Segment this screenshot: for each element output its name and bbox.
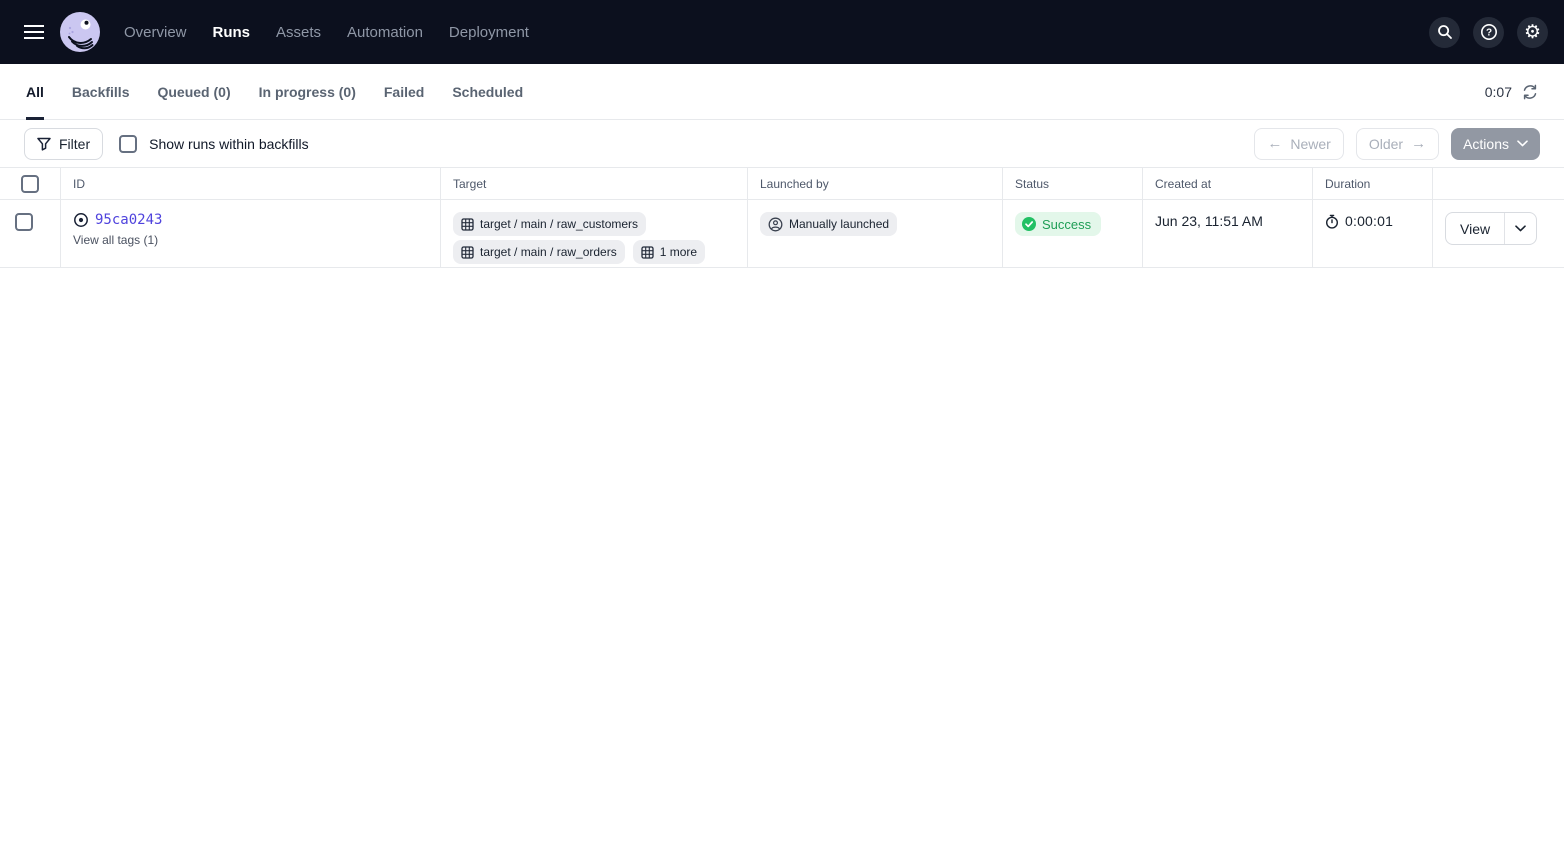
target-more-label: 1 more <box>660 245 697 259</box>
run-id-cell: 95ca0243 View all tags (1) <box>60 200 440 267</box>
nav-item-automation[interactable]: Automation <box>347 24 423 41</box>
older-button-label: Older <box>1369 136 1403 152</box>
view-button[interactable]: View <box>1446 213 1504 244</box>
target-tag-label: target / main / raw_orders <box>480 245 617 259</box>
view-caret-button[interactable] <box>1504 213 1536 244</box>
menu-icon[interactable] <box>14 12 54 52</box>
view-split-button: View <box>1445 212 1537 245</box>
target-tag[interactable]: target / main / raw_customers <box>453 212 646 236</box>
tab-in-progress[interactable]: In progress (0) <box>259 64 356 119</box>
run-status-icon <box>73 212 89 228</box>
show-backfills-checkbox[interactable] <box>119 135 137 153</box>
help-icon[interactable]: ? <box>1473 17 1504 48</box>
tab-queued[interactable]: Queued (0) <box>157 64 230 119</box>
target-more-tag[interactable]: 1 more <box>633 240 705 264</box>
table-grid-icon <box>641 246 654 259</box>
target-tag[interactable]: target / main / raw_orders <box>453 240 625 264</box>
show-backfills-toggle[interactable]: Show runs within backfills <box>119 135 309 153</box>
column-header-duration: Duration <box>1312 168 1432 199</box>
stopwatch-icon <box>1325 214 1339 229</box>
svg-text:?: ? <box>1485 28 1491 39</box>
status-cell: Success <box>1002 200 1142 267</box>
primary-nav: Overview Runs Assets Automation Deployme… <box>124 24 529 41</box>
nav-item-runs[interactable]: Runs <box>213 24 251 41</box>
row-actions-cell: View <box>1432 200 1564 267</box>
table-grid-icon <box>461 218 474 231</box>
tab-all[interactable]: All <box>26 64 44 119</box>
refresh-countdown: 0:07 <box>1485 84 1512 100</box>
show-backfills-label: Show runs within backfills <box>149 136 309 152</box>
duration-value: 0:00:01 <box>1345 213 1393 229</box>
view-all-tags-link[interactable]: View all tags (1) <box>73 233 428 247</box>
run-id-link[interactable]: 95ca0243 <box>95 212 162 228</box>
launched-by-label: Manually launched <box>789 217 889 231</box>
search-icon[interactable] <box>1429 17 1460 48</box>
runs-tabbar: All Backfills Queued (0) In progress (0)… <box>0 64 1564 120</box>
status-label: Success <box>1042 217 1091 232</box>
success-check-icon <box>1022 217 1036 231</box>
status-badge: Success <box>1015 212 1101 236</box>
newer-button-label: Newer <box>1290 136 1330 152</box>
column-header-created-at: Created at <box>1142 168 1312 199</box>
nav-item-overview[interactable]: Overview <box>124 24 187 41</box>
select-all-checkbox[interactable] <box>21 175 39 193</box>
launched-by-tag[interactable]: Manually launched <box>760 212 897 236</box>
row-checkbox[interactable] <box>15 213 33 231</box>
column-header-status: Status <box>1002 168 1142 199</box>
older-button[interactable]: Older → <box>1356 128 1439 160</box>
target-cell: target / main / raw_customers <box>440 200 747 267</box>
newer-button[interactable]: ← Newer <box>1254 128 1343 160</box>
table-header-row: ID Target Launched by Status Created at … <box>0 168 1564 200</box>
arrow-left-icon: ← <box>1267 136 1282 151</box>
nav-item-assets[interactable]: Assets <box>276 24 321 41</box>
actions-button[interactable]: Actions <box>1451 128 1540 160</box>
funnel-icon <box>37 137 51 151</box>
launched-by-cell: Manually launched <box>747 200 1002 267</box>
chevron-down-icon <box>1515 225 1526 232</box>
table-row: 95ca0243 View all tags (1) <box>0 200 1564 268</box>
runs-toolbar: Filter Show runs within backfills ← Newe… <box>0 120 1564 168</box>
chevron-down-icon <box>1517 140 1528 147</box>
filter-button[interactable]: Filter <box>24 128 103 160</box>
settings-gear-icon[interactable]: ⚙ <box>1517 17 1548 48</box>
dagster-logo-icon[interactable] <box>60 12 100 52</box>
runs-table: ID Target Launched by Status Created at … <box>0 168 1564 268</box>
user-icon <box>768 217 783 232</box>
created-at-cell: Jun 23, 11:51 AM <box>1142 200 1312 267</box>
tab-failed[interactable]: Failed <box>384 64 424 119</box>
column-header-launched-by: Launched by <box>747 168 1002 199</box>
tab-scheduled[interactable]: Scheduled <box>452 64 523 119</box>
filter-button-label: Filter <box>59 136 90 152</box>
arrow-right-icon: → <box>1411 136 1426 151</box>
column-header-id: ID <box>60 168 440 199</box>
actions-button-label: Actions <box>1463 136 1509 152</box>
refresh-icon[interactable] <box>1522 84 1538 100</box>
nav-item-deployment[interactable]: Deployment <box>449 24 529 41</box>
column-header-target: Target <box>440 168 747 199</box>
top-nav: Overview Runs Assets Automation Deployme… <box>0 0 1564 64</box>
table-grid-icon <box>461 246 474 259</box>
duration-cell: 0:00:01 <box>1312 200 1432 267</box>
target-tag-label: target / main / raw_customers <box>480 217 638 231</box>
column-header-actions <box>1432 168 1564 199</box>
created-at-value: Jun 23, 11:51 AM <box>1155 212 1263 229</box>
tab-backfills[interactable]: Backfills <box>72 64 130 119</box>
